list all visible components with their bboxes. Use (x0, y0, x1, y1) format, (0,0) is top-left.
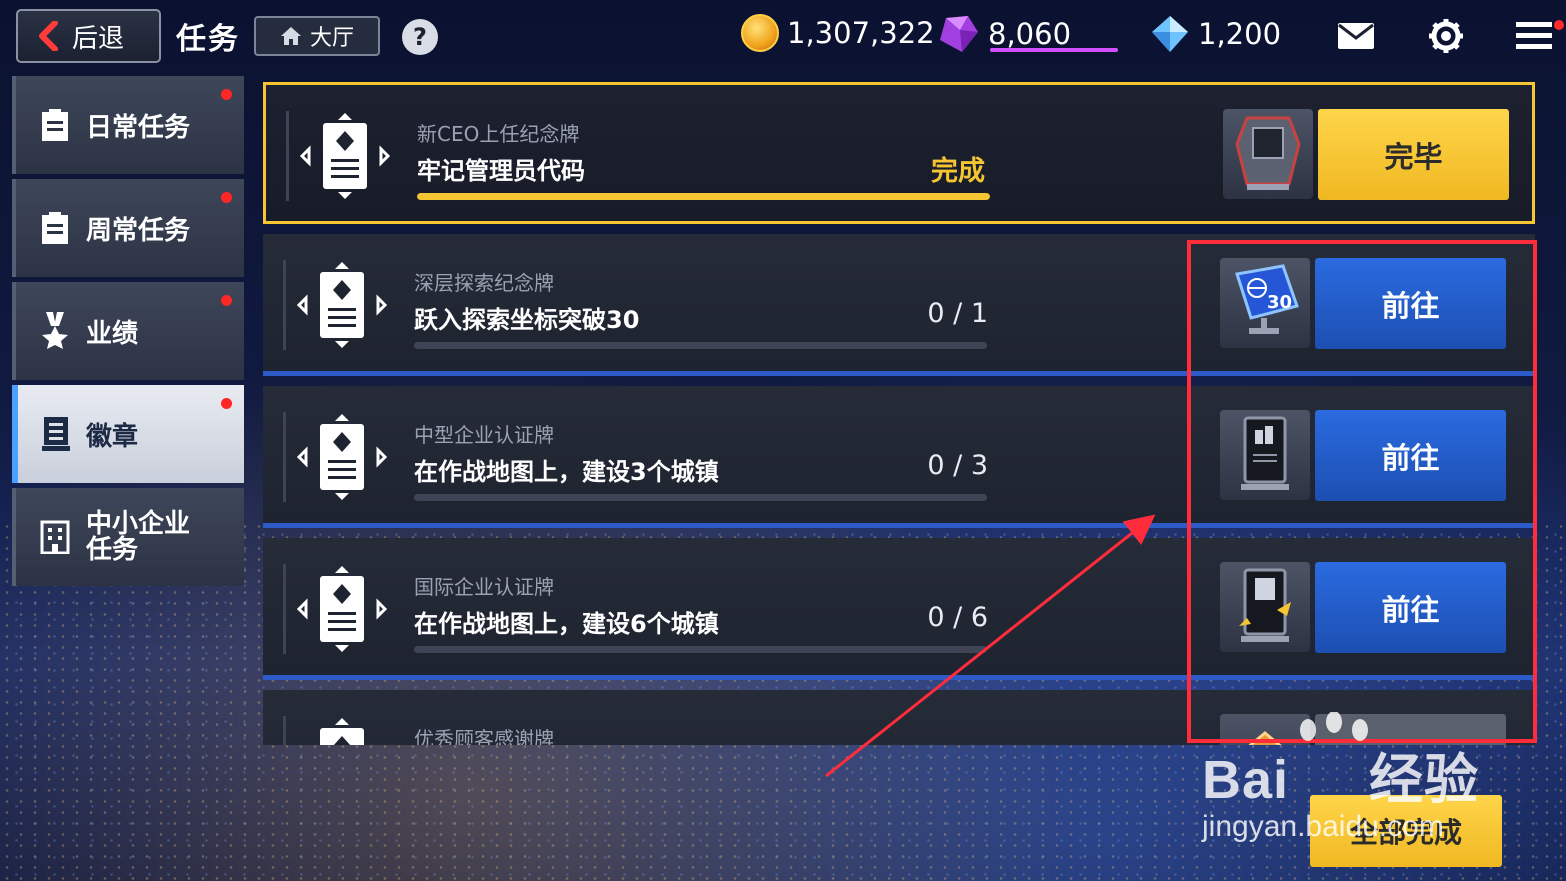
purple-gem-icon (940, 16, 978, 52)
alert-dot (221, 398, 232, 409)
sidebar-label-badges: 徽章 (86, 421, 139, 452)
quest-card-icon (297, 414, 387, 500)
gold-amount: 1,307,322 (787, 16, 935, 50)
clipboard-icon (42, 109, 68, 141)
quest-progress-fill (417, 193, 990, 200)
sidebar-label-weekly: 周常任务 (86, 215, 191, 246)
quest-subtitle: 深层探索纪念牌 (414, 271, 554, 295)
blue-diamond-icon (1152, 16, 1188, 52)
quest-card-icon (297, 262, 387, 348)
back-label: 后退 (72, 23, 125, 54)
page-title: 任务 (176, 22, 240, 57)
quest-card-icon (300, 113, 390, 199)
sidebar-item-weekly[interactable]: 周常任务 (12, 179, 244, 277)
quest-card-icon (320, 718, 364, 745)
lobby-button[interactable]: 大厅 (254, 16, 380, 56)
lobby-label: 大厅 (309, 26, 354, 51)
quest-card-icon (297, 566, 387, 652)
gear-icon[interactable] (1428, 18, 1464, 54)
medal-icon (42, 312, 68, 349)
watermark-brand-suffix: 经验 (1369, 750, 1480, 810)
quest-divider (286, 111, 289, 201)
watermark: Bai 经验 jingyan.baidu.com (1202, 735, 1479, 844)
gold-counter: 1,307,322 (741, 14, 935, 52)
sidebar-label-sme-line2: 任务 (86, 535, 139, 565)
sidebar-item-daily[interactable]: 日常任务 (12, 76, 244, 174)
quest-subtitle: 中型企业认证牌 (414, 423, 554, 447)
home-icon (280, 27, 301, 45)
watermark-brand: Bai 经验 (1202, 735, 1479, 814)
gold-coin-icon (741, 14, 779, 52)
building-icon (40, 520, 70, 554)
sidebar-item-achievements[interactable]: 业绩 (12, 282, 244, 380)
sidebar-label-daily: 日常任务 (86, 112, 191, 143)
finish-button[interactable]: 完毕 (1318, 109, 1509, 200)
alert-dot (221, 295, 232, 306)
quest-title: 跃入探索坐标突破30 (414, 306, 640, 334)
quest-subtitle: 国际企业认证牌 (414, 575, 554, 599)
quest-progress-text: 0 / 1 (927, 298, 988, 329)
gem-underline (990, 48, 1118, 52)
quest-title: 牢记管理员代码 (417, 157, 585, 185)
quest-divider (283, 564, 286, 654)
menu-alert-dot (1554, 20, 1564, 30)
quest-divider (283, 260, 286, 350)
alert-dot (221, 89, 232, 100)
quest-title: 在作战地图上，建设3个城镇 (414, 458, 719, 486)
quest-item: 新CEO上任纪念牌 牢记管理员代码 完成 完毕 (263, 82, 1535, 224)
clipboard-icon (42, 212, 68, 244)
gem-amount: 8,060 (988, 17, 1072, 51)
chevron-left-icon (39, 21, 58, 51)
annotation-highlight-box (1187, 240, 1537, 743)
quest-progress-bar (417, 193, 990, 200)
quest-progress-bar (414, 494, 987, 501)
help-button[interactable]: ? (402, 19, 438, 55)
sidebar-item-sme-tasks[interactable]: 中小企业 任务 (12, 488, 244, 586)
quest-divider (283, 716, 286, 745)
quest-progress-bar (414, 646, 987, 653)
mail-icon[interactable] (1337, 22, 1375, 50)
top-bar: 后退 任务 大厅 ? 1,307,322 8,060 1,200 (0, 0, 1566, 72)
watermark-url: jingyan.baidu.com (1202, 810, 1444, 843)
back-button[interactable]: 后退 (16, 9, 161, 63)
alert-dot (221, 192, 232, 203)
sidebar-label-achievements: 业绩 (86, 318, 139, 349)
quest-title: 在作战地图上，建设6个城镇 (414, 610, 719, 638)
sidebar-label-sme: 中小企业 任务 (86, 511, 190, 563)
quest-subtitle: 优秀顾客感谢牌 (414, 727, 554, 745)
quest-progress-bar (414, 342, 987, 349)
quest-progress-text: 0 / 6 (927, 602, 988, 633)
badge-icon (42, 417, 70, 451)
sidebar-item-badges[interactable]: 徽章 (12, 385, 244, 483)
quest-subtitle: 新CEO上任纪念牌 (417, 122, 580, 146)
sidebar: 日常任务 周常任务 业绩 徽章 中小企业 任务 (12, 76, 246, 591)
watermark-brand-name: Bai (1202, 750, 1290, 810)
menu-icon[interactable] (1516, 22, 1552, 50)
quest-divider (283, 412, 286, 502)
diamond-amount: 1,200 (1198, 17, 1282, 51)
quest-progress-text: 0 / 3 (927, 450, 988, 481)
quest-progress-text: 完成 (931, 156, 985, 187)
diamond-counter: 1,200 (1150, 14, 1281, 54)
trophy-badge-icon (1223, 109, 1313, 199)
